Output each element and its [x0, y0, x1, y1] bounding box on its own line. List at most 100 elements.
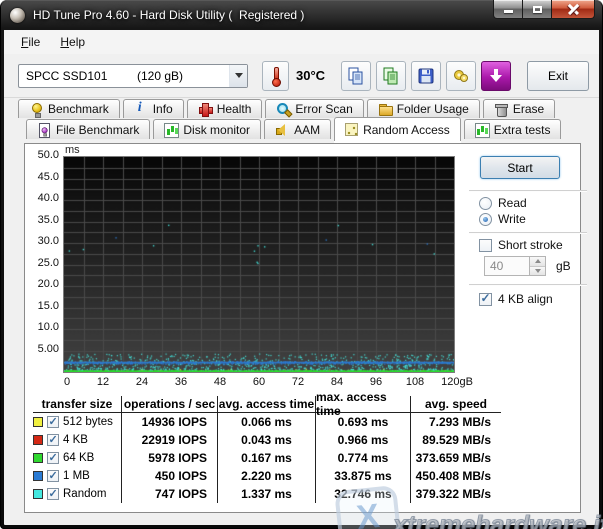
x-tick: 60 — [253, 376, 265, 388]
info-icon — [134, 102, 148, 116]
col-header: transfer size — [33, 396, 121, 413]
capacity-unit: gB — [556, 259, 571, 273]
tab-info[interactable]: Info — [123, 99, 184, 118]
close-icon — [568, 4, 579, 15]
short-stroke-option[interactable]: Short stroke — [479, 238, 563, 252]
short-stroke-label: Short stroke — [498, 238, 563, 252]
chevron-down-icon — [235, 73, 243, 78]
series-label: 4 KB — [63, 434, 88, 446]
exit-button[interactable]: Exit — [527, 61, 589, 91]
series-toggle: Random — [33, 485, 121, 503]
tab-health[interactable]: Health — [187, 99, 263, 118]
drive-select[interactable]: SPCC SSD101 (120 gB) — [18, 64, 248, 88]
short-stroke-checkbox[interactable] — [479, 239, 492, 252]
copy-screenshot-button[interactable] — [376, 61, 406, 91]
avg-cell: 0.066 ms — [217, 413, 315, 431]
max-cell: 0.774 ms — [315, 449, 410, 467]
series-color-swatch — [33, 417, 43, 427]
col-header: avg. access time — [217, 396, 315, 413]
app-icon — [10, 8, 25, 23]
series-checkbox[interactable] — [47, 434, 59, 446]
y-tick: 45.0 — [25, 171, 59, 183]
series-color-swatch — [33, 435, 43, 445]
write-radio[interactable] — [479, 213, 492, 226]
series-toggle: 4 KB — [33, 431, 121, 449]
write-option[interactable]: Write — [479, 212, 526, 226]
maximize-button[interactable] — [523, 0, 551, 19]
minimize-button[interactable] — [493, 0, 523, 19]
window-title: HD Tune Pro 4.60 - Hard Disk Utility ( R… — [33, 8, 304, 22]
spinner-up[interactable] — [530, 257, 545, 267]
trash-icon — [494, 102, 508, 116]
y-tick: 5.00 — [25, 343, 59, 355]
close-button[interactable] — [551, 0, 595, 19]
x-tick: 72 — [292, 376, 304, 388]
series-color-swatch — [33, 489, 43, 499]
x-tick: 96 — [370, 376, 382, 388]
series-checkbox[interactable] — [47, 470, 59, 482]
align-option[interactable]: 4 KB align — [479, 292, 553, 306]
tab-folder-usage[interactable]: Folder Usage — [367, 99, 480, 118]
tab-benchmark[interactable]: Benchmark — [18, 99, 120, 118]
menu-help[interactable]: Help — [51, 32, 94, 52]
temperature-button[interactable] — [262, 61, 289, 91]
series-toggle: 1 MB — [33, 467, 121, 485]
tab-row-1: Benchmark Info Health Error Scan Folder … — [18, 98, 599, 118]
series-checkbox[interactable] — [47, 488, 59, 500]
combo-arrow[interactable] — [229, 65, 247, 87]
menu-file[interactable]: File — [12, 32, 49, 52]
series-checkbox[interactable] — [47, 452, 59, 464]
tab-label: Health — [217, 102, 252, 116]
tab-disk-monitor[interactable]: Disk monitor — [153, 119, 261, 139]
spinner-down[interactable] — [530, 267, 545, 276]
align-checkbox[interactable] — [479, 293, 492, 306]
tab-label: Folder Usage — [397, 102, 469, 116]
x-tick: 108 — [406, 376, 424, 388]
separator — [469, 284, 587, 286]
maximize-icon — [533, 6, 542, 13]
purple-bulb-icon — [40, 126, 48, 134]
read-option[interactable]: Read — [479, 196, 527, 210]
start-button[interactable]: Start — [480, 156, 560, 179]
save-icon — [416, 66, 436, 86]
avg-cell: 2.220 ms — [217, 467, 315, 485]
download-update-button[interactable] — [481, 61, 511, 91]
options-button[interactable] — [446, 61, 476, 91]
copy-screenshot-icon — [381, 66, 401, 86]
speed-cell: 373.659 MB/s — [410, 449, 501, 467]
ops-cell: 22919 IOPS — [121, 431, 217, 449]
tab-erase[interactable]: Erase — [483, 99, 555, 118]
y-tick: 40.0 — [25, 192, 59, 204]
tab-file-benchmark[interactable]: File Benchmark — [26, 119, 150, 139]
client-area: File Help SPCC SSD101 (120 gB) 30°C — [4, 30, 599, 525]
tab-error-scan[interactable]: Error Scan — [265, 99, 363, 118]
col-header: max. access time — [315, 396, 410, 413]
max-cell: 0.966 ms — [315, 431, 410, 449]
file-benchmark-icon — [37, 123, 51, 137]
save-button[interactable] — [411, 61, 441, 91]
read-radio[interactable] — [479, 197, 492, 210]
max-cell: 33.875 ms — [315, 467, 410, 485]
tab-label: Info — [153, 102, 173, 116]
speed-cell: 450.408 MB/s — [410, 467, 501, 485]
x-tick: 36 — [175, 376, 187, 388]
tab-label: File Benchmark — [56, 123, 139, 137]
random-access-panel: ms 50.0 45.0 40.0 35.0 30.0 25.0 20.0 15… — [24, 143, 581, 513]
capacity-input[interactable]: 40 — [484, 256, 530, 276]
series-toggle: 512 bytes — [33, 413, 121, 431]
copy-button[interactable] — [341, 61, 371, 91]
drive-capacity: (120 gB) — [137, 69, 183, 83]
tab-extra-tests[interactable]: Extra tests — [464, 119, 562, 139]
separator — [469, 190, 587, 192]
tab-aam[interactable]: AAM — [264, 119, 331, 139]
capacity-spinner[interactable] — [530, 256, 546, 276]
titlebar[interactable]: HD Tune Pro 4.60 - Hard Disk Utility ( R… — [0, 0, 603, 30]
align-label: 4 KB align — [498, 292, 553, 306]
tab-label: Random Access — [363, 123, 450, 137]
series-checkbox[interactable] — [47, 416, 59, 428]
tab-random-access[interactable]: Random Access — [334, 117, 461, 141]
speed-cell: 379.322 MB/s — [410, 485, 501, 503]
disk-monitor-icon — [164, 123, 178, 137]
series-toggle: 64 KB — [33, 449, 121, 467]
temperature-value: 30°C — [296, 68, 325, 83]
